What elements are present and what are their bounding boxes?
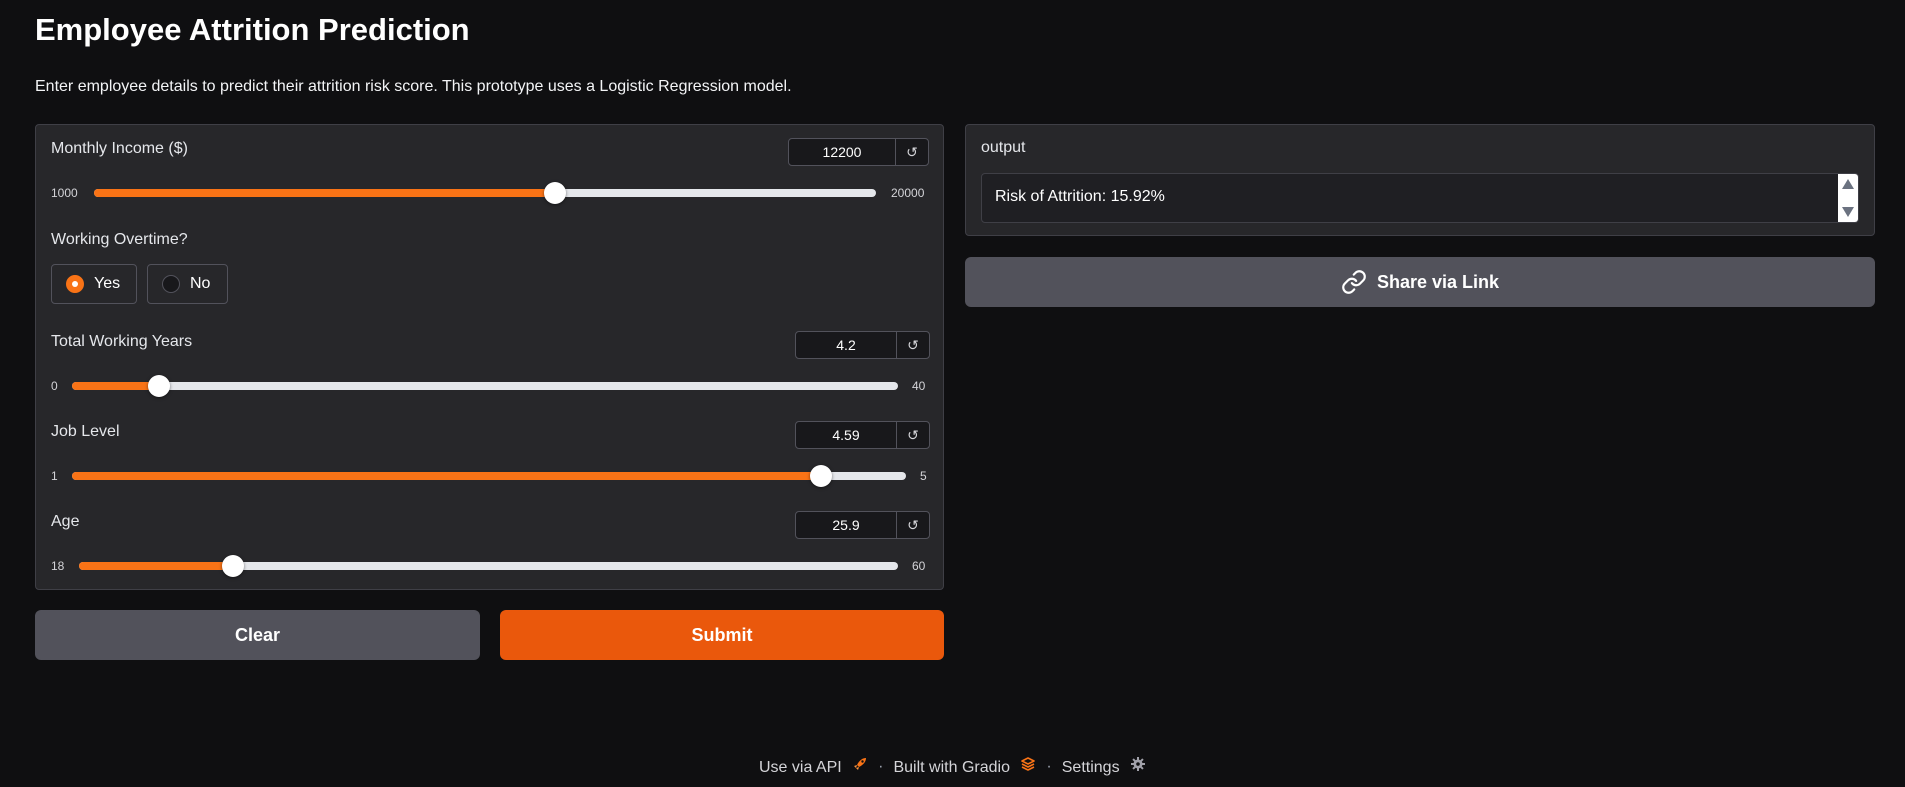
monthly-income-reset-button[interactable]: ↺ — [895, 139, 928, 165]
job-level-number-input[interactable] — [796, 422, 896, 448]
built-with-gradio-label: Built with Gradio — [893, 759, 1010, 776]
monthly-income-slider[interactable] — [94, 182, 876, 204]
overtime-option-yes[interactable]: Yes — [51, 264, 137, 304]
reset-icon: ↺ — [906, 143, 918, 160]
output-textbox[interactable]: Risk of Attrition: 15.92% — [981, 173, 1859, 223]
reset-icon: ↺ — [907, 426, 919, 443]
overtime-option-no[interactable]: No — [147, 264, 228, 304]
age-number-box: ↺ — [795, 511, 930, 539]
total-working-years-number-input[interactable] — [796, 332, 896, 358]
age-slider-block: Age ↺ 18 60 — [36, 498, 943, 578]
reset-icon: ↺ — [907, 516, 919, 533]
gradio-logo-icon — [1020, 756, 1036, 772]
total-working-years-slider[interactable] — [72, 375, 898, 397]
page-description: Enter employee details to predict their … — [35, 78, 792, 95]
output-label: output — [981, 139, 1026, 156]
footer-separator: · — [878, 757, 884, 775]
use-via-api-label: Use via API — [758, 759, 842, 776]
job-level-min-label: 1 — [51, 469, 58, 483]
input-panel: Monthly Income ($) ↺ 1000 20000 Working … — [35, 124, 944, 590]
job-level-slider-thumb[interactable] — [809, 465, 832, 487]
total-working-years-slider-block: Total Working Years ↺ 0 40 — [36, 318, 943, 398]
radio-selected-icon — [66, 275, 84, 293]
settings-link[interactable]: Settings — [1062, 756, 1146, 777]
overtime-label: Working Overtime? — [51, 231, 188, 248]
submit-button[interactable]: Submit — [500, 610, 944, 660]
age-max-label: 60 — [912, 559, 926, 573]
radio-unselected-icon — [162, 275, 180, 293]
age-reset-button[interactable]: ↺ — [896, 512, 929, 538]
clear-button[interactable]: Clear — [35, 610, 480, 660]
gear-icon — [1130, 756, 1146, 772]
age-slider-thumb[interactable] — [221, 555, 244, 577]
page-title: Employee Attrition Prediction — [35, 12, 470, 47]
age-number-input[interactable] — [796, 512, 896, 538]
total-working-years-number-box: ↺ — [795, 331, 930, 359]
output-panel: output Risk of Attrition: 15.92% — [965, 124, 1875, 236]
output-scrollbar[interactable] — [1838, 174, 1858, 222]
age-slider[interactable] — [79, 555, 898, 577]
settings-label: Settings — [1061, 759, 1120, 776]
job-level-max-label: 5 — [920, 469, 927, 483]
total-working-years-slider-fill — [72, 382, 159, 390]
job-level-slider[interactable] — [72, 465, 906, 487]
scroll-down-icon[interactable] — [1842, 207, 1854, 217]
use-via-api-link[interactable]: Use via API — [759, 756, 868, 777]
job-level-reset-button[interactable]: ↺ — [896, 422, 929, 448]
monthly-income-slider-fill — [94, 189, 555, 197]
monthly-income-min-label: 1000 — [51, 186, 78, 200]
link-icon — [1342, 270, 1366, 294]
monthly-income-label: Monthly Income ($) — [51, 140, 188, 157]
total-working-years-label: Total Working Years — [51, 333, 193, 350]
monthly-income-max-label: 20000 — [891, 186, 925, 200]
total-working-years-min-label: 0 — [51, 379, 58, 393]
job-level-slider-block: Job Level ↺ 1 5 — [36, 408, 943, 488]
overtime-option-yes-label: Yes — [94, 275, 121, 292]
footer: Use via API · Built with Gradio · Settin… — [0, 756, 1905, 777]
total-working-years-max-label: 40 — [912, 379, 926, 393]
age-min-label: 18 — [51, 559, 65, 573]
job-level-label: Job Level — [51, 423, 120, 440]
monthly-income-slider-block: Monthly Income ($) ↺ 1000 20000 — [36, 125, 943, 205]
age-slider-fill — [79, 562, 233, 570]
monthly-income-number-input[interactable] — [789, 139, 895, 165]
built-with-gradio-link[interactable]: Built with Gradio — [893, 756, 1036, 777]
overtime-option-no-label: No — [190, 275, 211, 292]
scroll-up-icon[interactable] — [1842, 179, 1854, 189]
monthly-income-slider-thumb[interactable] — [543, 182, 566, 204]
job-level-slider-fill — [72, 472, 821, 480]
share-via-link-label: Share via Link — [1376, 271, 1500, 292]
age-label: Age — [51, 513, 80, 530]
job-level-number-box: ↺ — [795, 421, 930, 449]
output-text: Risk of Attrition: 15.92% — [995, 188, 1165, 205]
reset-icon: ↺ — [907, 336, 919, 353]
rocket-icon — [852, 756, 868, 772]
total-working-years-slider-thumb[interactable] — [147, 375, 170, 397]
total-working-years-reset-button[interactable]: ↺ — [896, 332, 929, 358]
footer-separator: · — [1046, 757, 1052, 775]
monthly-income-number-box: ↺ — [788, 138, 929, 166]
share-via-link-button[interactable]: Share via Link — [965, 257, 1875, 307]
